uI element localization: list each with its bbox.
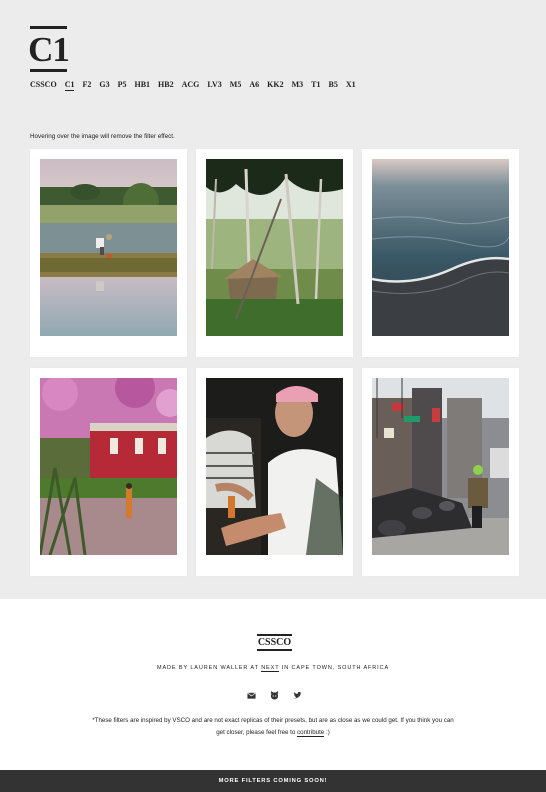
nav-item-b5[interactable]: B5 [328, 80, 337, 91]
photo-card[interactable] [362, 368, 519, 576]
photo-street-scooters[interactable] [372, 378, 509, 555]
contribute-link[interactable]: contribute [297, 729, 325, 737]
email-icon[interactable] [247, 687, 256, 699]
coming-soon-text: More filters coming soon! [218, 778, 328, 784]
nav-item-acg[interactable]: ACG [182, 80, 200, 91]
nav-item-hb1[interactable]: HB1 [134, 80, 150, 91]
coming-soon-bar: More filters coming soon! [0, 770, 546, 792]
nav-item-kk2[interactable]: KK2 [267, 80, 283, 91]
photo-rice-field[interactable] [40, 159, 177, 336]
disclaimer-end: :) [324, 729, 330, 736]
credits-suffix: in Cape Town, South Africa [279, 665, 390, 671]
nav-item-m5[interactable]: M5 [230, 80, 242, 91]
nav-item-p5[interactable]: P5 [118, 80, 127, 91]
nav-item-m3[interactable]: M3 [292, 80, 304, 91]
nav-item-t1[interactable]: T1 [311, 80, 320, 91]
cssco-logo-text: CSSCO [257, 637, 292, 648]
disclaimer: *These filters are inspired by VSCO and … [90, 715, 456, 739]
photo-palm-hut[interactable] [206, 159, 343, 336]
nav-item-f2[interactable]: F2 [82, 80, 91, 91]
photo-card[interactable] [30, 149, 187, 357]
photo-card[interactable] [196, 368, 353, 576]
cssco-logo[interactable]: CSSCO [257, 634, 292, 651]
photo-card[interactable] [30, 368, 187, 576]
nav-item-g3[interactable]: G3 [99, 80, 109, 91]
nav-item-hb2[interactable]: HB2 [158, 80, 174, 91]
footer: CSSCO Made by Lauren Waller at NEXT in C… [0, 599, 546, 770]
filter-logo-text: C1 [28, 29, 70, 69]
photo-card[interactable] [362, 149, 519, 357]
hover-hint: Hovering over the image will remove the … [30, 133, 175, 140]
disclaimer-text: *These filters are inspired by VSCO and … [92, 717, 454, 736]
credits: Made by Lauren Waller at NEXT in Cape To… [0, 665, 546, 672]
photo-old-man[interactable] [206, 378, 343, 555]
photo-beach-waves[interactable] [372, 159, 509, 336]
nav-item-x1[interactable]: X1 [346, 80, 356, 91]
photo-card[interactable] [196, 149, 353, 357]
nav-item-c1[interactable]: C1 [64, 80, 75, 91]
filter-nav: CSSCO C1 F2 G3 P5 HB1 HB2 ACG LV3 M5 A6 … [30, 80, 356, 91]
nav-item-a6[interactable]: A6 [249, 80, 259, 91]
twitter-icon[interactable] [293, 687, 302, 699]
photo-pink-temple[interactable] [40, 378, 177, 555]
filter-logo: C1 [28, 26, 70, 72]
header: C1 [28, 26, 70, 72]
nav-item-lv3[interactable]: LV3 [207, 80, 221, 91]
github-icon[interactable] [270, 687, 279, 700]
next-link[interactable]: NEXT [261, 665, 280, 672]
social-links [247, 687, 302, 700]
credits-prefix: Made by Lauren Waller at [156, 665, 262, 671]
photo-grid [30, 149, 519, 576]
nav-item-cssco[interactable]: CSSCO [30, 80, 57, 91]
